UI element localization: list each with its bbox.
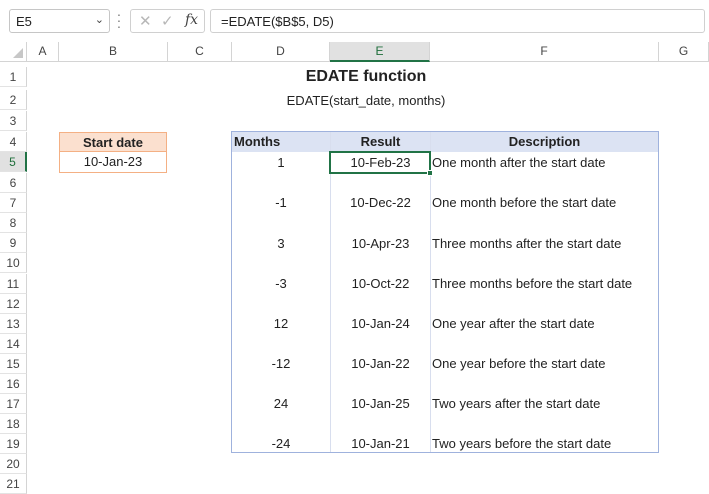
row-header-19[interactable]: 19	[0, 434, 27, 454]
description-cell[interactable]: One month before the start date	[432, 193, 616, 213]
sheet-subtitle: EDATE(start_date, months)	[286, 93, 446, 108]
column-header-d[interactable]: D	[232, 42, 330, 62]
months-cell[interactable]: -3	[232, 274, 330, 294]
description-header[interactable]: Description	[431, 132, 658, 152]
months-cell[interactable]: 12	[232, 314, 330, 334]
start-date-value[interactable]: 10-Jan-23	[59, 152, 167, 173]
start-date-label[interactable]: Start date	[59, 132, 167, 152]
row-header-4[interactable]: 4	[0, 132, 27, 152]
column-header-f[interactable]: F	[430, 42, 659, 62]
row-header-16[interactable]: 16	[0, 374, 27, 394]
row-header-15[interactable]: 15	[0, 354, 27, 374]
row-header-13[interactable]: 13	[0, 314, 27, 334]
formula-buttons: ✕ ✓ fx	[130, 9, 205, 33]
result-cell[interactable]: 10-Jan-22	[331, 354, 430, 374]
result-cell[interactable]: 10-Dec-22	[331, 193, 430, 213]
enter-icon[interactable]: ✓	[161, 12, 174, 30]
months-cell[interactable]: 24	[232, 394, 330, 414]
description-cell[interactable]: Two years before the start date	[432, 434, 611, 454]
column-header-g[interactable]: G	[659, 42, 709, 62]
row-header-8[interactable]: 8	[0, 213, 27, 233]
months-cell[interactable]: -24	[232, 434, 330, 454]
row-header-17[interactable]: 17	[0, 394, 27, 414]
formula-bar: E5 ⌄ · · · ✕ ✓ fx =EDATE($B$5, D5)	[0, 0, 709, 42]
result-header[interactable]: Result	[331, 132, 430, 152]
row-header-18[interactable]: 18	[0, 414, 27, 434]
months-cell[interactable]: -12	[232, 354, 330, 374]
column-divider	[430, 132, 431, 452]
description-cell[interactable]: Two years after the start date	[432, 394, 600, 414]
row-header-5[interactable]: 5	[0, 152, 27, 172]
fill-handle[interactable]	[427, 170, 433, 176]
description-cell[interactable]: One month after the start date	[432, 153, 605, 173]
row-header-21[interactable]: 21	[0, 474, 27, 494]
row-header-9[interactable]: 9	[0, 233, 27, 253]
result-cell[interactable]: 10-Apr-23	[331, 234, 430, 254]
description-cell[interactable]: Three months before the start date	[432, 274, 632, 294]
description-cell[interactable]: One year after the start date	[432, 314, 595, 334]
result-cell[interactable]: 10-Oct-22	[331, 274, 430, 294]
row-header-10[interactable]: 10	[0, 253, 27, 273]
formula-input[interactable]: =EDATE($B$5, D5)	[210, 9, 705, 33]
row-header-2[interactable]: 2	[0, 90, 27, 110]
result-cell[interactable]: 10-Jan-21	[331, 434, 430, 454]
row-header-20[interactable]: 20	[0, 454, 27, 474]
result-cell[interactable]: 10-Jan-25	[331, 394, 430, 414]
column-header-a[interactable]: A	[27, 42, 59, 62]
row-header-3[interactable]: 3	[0, 111, 27, 131]
row-header-6[interactable]: 6	[0, 173, 27, 193]
row-header-11[interactable]: 11	[0, 274, 27, 294]
description-cell[interactable]: One year before the start date	[432, 354, 605, 374]
select-all-corner[interactable]	[0, 42, 27, 62]
result-cell[interactable]: 10-Jan-24	[331, 314, 430, 334]
row-header-1[interactable]: 1	[0, 67, 27, 87]
months-cell[interactable]: 1	[232, 153, 330, 173]
months-header[interactable]: Months	[234, 132, 280, 152]
months-cell[interactable]: 3	[232, 234, 330, 254]
column-header-c[interactable]: C	[168, 42, 232, 62]
months-cell[interactable]: -1	[232, 193, 330, 213]
active-cell-selection[interactable]	[329, 151, 433, 176]
chevron-down-icon[interactable]: ⌄	[95, 13, 104, 26]
insert-function-icon[interactable]: fx	[185, 12, 198, 28]
row-header-12[interactable]: 12	[0, 294, 27, 314]
column-header-e[interactable]: E	[330, 42, 430, 62]
drag-handle-icon[interactable]: · · ·	[116, 7, 122, 33]
name-box[interactable]: E5 ⌄	[9, 9, 110, 33]
name-box-value: E5	[16, 14, 32, 29]
column-header-b[interactable]: B	[59, 42, 168, 62]
description-cell[interactable]: Three months after the start date	[432, 234, 621, 254]
formula-text: =EDATE($B$5, D5)	[221, 14, 334, 29]
sheet-title: EDATE function	[305, 68, 427, 85]
row-header-14[interactable]: 14	[0, 334, 27, 354]
cancel-icon[interactable]: ✕	[139, 12, 152, 30]
row-header-7[interactable]: 7	[0, 193, 27, 213]
edate-table: Months Result Description 1 10-Feb-23 On…	[231, 131, 659, 453]
